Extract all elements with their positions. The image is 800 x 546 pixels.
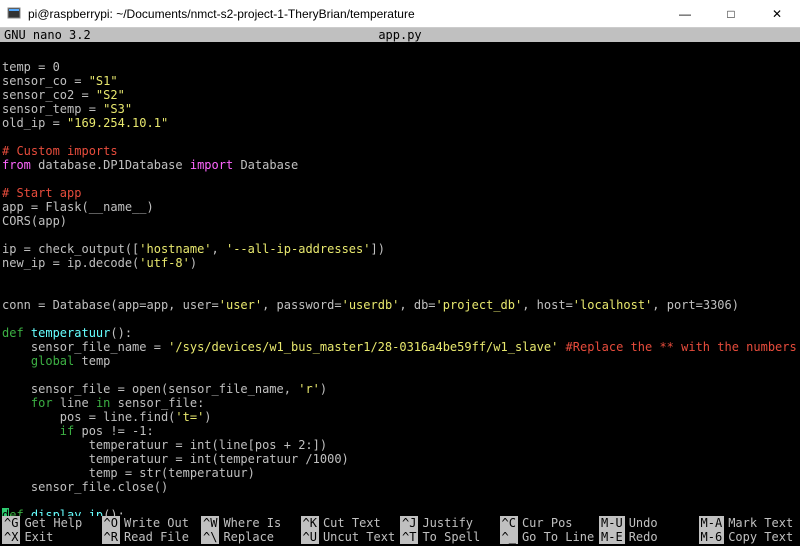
nano-shortcuts: ^GGet Help ^OWrite Out ^WWhere Is ^KCut …	[0, 516, 800, 546]
window-title: pi@raspberrypi: ~/Documents/nmct-s2-proj…	[28, 7, 662, 21]
code-line: sensor_file.close()	[2, 480, 168, 494]
code-line: CORS(app)	[2, 214, 67, 228]
shortcut-curpos[interactable]: ^CCur Pos	[500, 516, 600, 530]
code-line: old_ip = "169.254.10.1"	[2, 116, 168, 130]
editor-area[interactable]: temp = 0 sensor_co = "S1" sensor_co2 = "…	[0, 42, 800, 516]
minimize-button[interactable]: —	[662, 0, 708, 27]
shortcut-help[interactable]: ^GGet Help	[2, 516, 102, 530]
code-line: if pos != -1:	[2, 424, 154, 438]
shortcut-writeout[interactable]: ^OWrite Out	[102, 516, 202, 530]
shortcut-replace[interactable]: ^\Replace	[201, 530, 301, 544]
code-line: ip = check_output(['hostname', '--all-ip…	[2, 242, 385, 256]
nano-version: GNU nano 3.2	[4, 28, 164, 42]
shortcut-spell[interactable]: ^TTo Spell	[400, 530, 500, 544]
code-line: def display_ip():	[2, 508, 125, 516]
app-icon	[6, 6, 22, 22]
close-button[interactable]: ✕	[754, 0, 800, 27]
code-line: pos = line.find('t=')	[2, 410, 212, 424]
shortcut-whereis[interactable]: ^WWhere Is	[201, 516, 301, 530]
shortcut-redo[interactable]: M-ERedo	[599, 530, 699, 544]
code-line: new_ip = ip.decode('utf-8')	[2, 256, 197, 270]
shortcut-undo[interactable]: M-UUndo	[599, 516, 699, 530]
code-line: conn = Database(app=app, user='user', pa…	[2, 298, 739, 312]
shortcut-exit[interactable]: ^XExit	[2, 530, 102, 544]
code-line: # Start app	[2, 186, 81, 200]
code-line: temperatuur = int(line[pos + 2:])	[2, 438, 327, 452]
code-line: from database.DP1Database import Databas…	[2, 158, 298, 172]
code-line: def temperatuur():	[2, 326, 132, 340]
code-line: temp = str(temperatuur)	[2, 466, 255, 480]
code-line: app = Flask(__name__)	[2, 200, 154, 214]
shortcut-readfile[interactable]: ^RRead File	[102, 530, 202, 544]
shortcut-cut[interactable]: ^KCut Text	[301, 516, 401, 530]
code-line: sensor_co = "S1"	[2, 74, 118, 88]
nano-header: GNU nano 3.2 app.py	[0, 28, 800, 42]
nano-filename: app.py	[164, 28, 636, 42]
code-line: # Custom imports	[2, 144, 118, 158]
shortcut-uncut[interactable]: ^UUncut Text	[301, 530, 401, 544]
shortcut-copy[interactable]: M-6Copy Text	[699, 530, 799, 544]
code-line: sensor_co2 = "S2"	[2, 88, 125, 102]
code-line: sensor_temp = "S3"	[2, 102, 132, 116]
code-line: temperatuur = int(temperatuur /1000)	[2, 452, 349, 466]
shortcut-justify[interactable]: ^JJustify	[400, 516, 500, 530]
window-controls: — □ ✕	[662, 0, 800, 27]
shortcut-goto[interactable]: ^_Go To Line	[500, 530, 600, 544]
window-titlebar: pi@raspberrypi: ~/Documents/nmct-s2-proj…	[0, 0, 800, 28]
code-line: for line in sensor_file:	[2, 396, 204, 410]
maximize-button[interactable]: □	[708, 0, 754, 27]
shortcut-mark[interactable]: M-AMark Text	[699, 516, 799, 530]
code-line: global temp	[2, 354, 110, 368]
code-line: temp = 0	[2, 60, 60, 74]
code-line: sensor_file_name = '/sys/devices/w1_bus_…	[2, 340, 800, 354]
code-line: sensor_file = open(sensor_file_name, 'r'…	[2, 382, 327, 396]
